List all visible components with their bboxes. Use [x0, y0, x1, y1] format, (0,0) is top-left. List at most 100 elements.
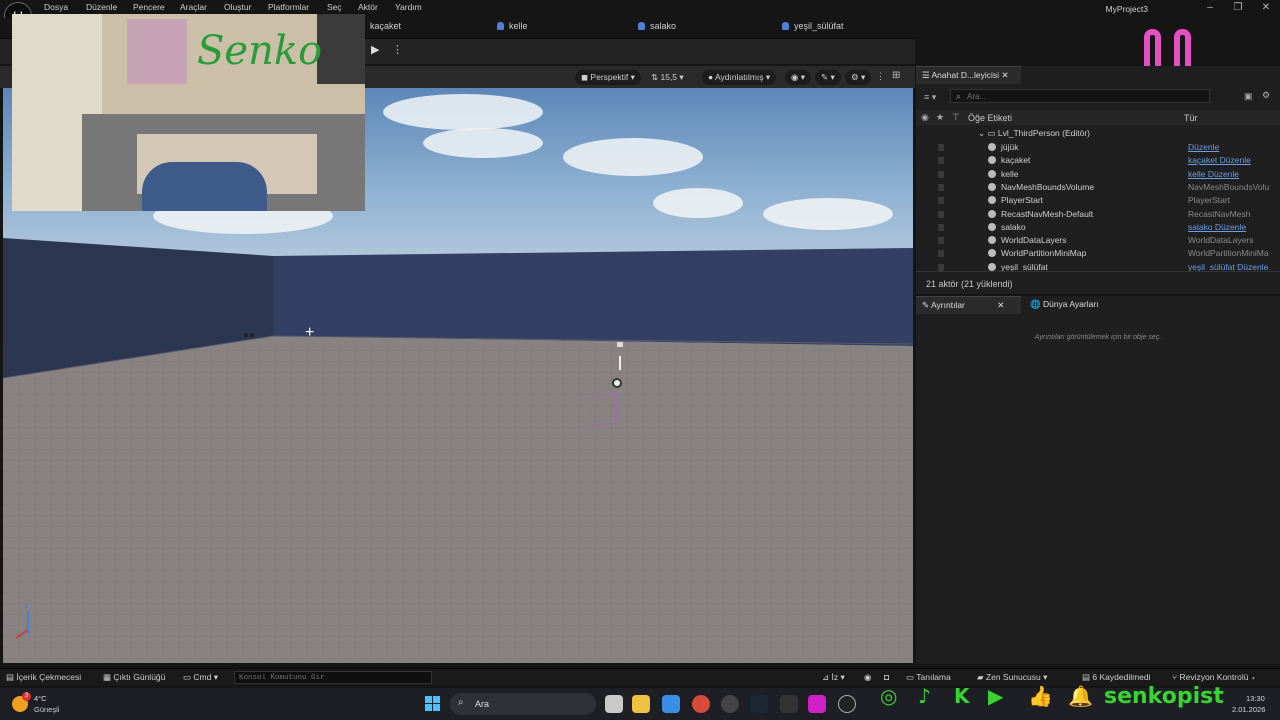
favorite-icon[interactable]: ★ [936, 112, 944, 123]
play-icon[interactable]: ▶ [371, 43, 379, 56]
outliner-row[interactable]: jüjük Düzenle [916, 141, 1280, 154]
bounds-volume-box[interactable] [591, 393, 617, 427]
windows-start-icon[interactable] [425, 696, 441, 712]
outliner-search-input[interactable] [950, 89, 1210, 103]
visibility-toggle-icon[interactable] [938, 183, 944, 191]
visibility-toggle-icon[interactable] [938, 157, 944, 165]
visibility-toggle-icon[interactable] [938, 250, 944, 258]
level-label: Lvl_ThirdPerson (Editör) [997, 128, 1091, 138]
menu-help[interactable]: Yardım [395, 2, 422, 12]
axis-gizmo-icon: z [13, 603, 43, 643]
visibility-toggle-icon[interactable] [938, 223, 944, 231]
level-row[interactable]: ⌄ ▭ Lvl_ThirdPerson (Editör) [916, 127, 1280, 140]
layout-grid-icon[interactable]: ⊞ [892, 70, 900, 81]
visibility-toggle-icon[interactable] [938, 197, 944, 205]
outliner-row[interactable]: WorldPartitionMiniMap WorldPartitionMiniM… [916, 247, 1280, 260]
world-settings-tab[interactable]: 🌐 Dünya Ayarları [1024, 296, 1114, 314]
console-input[interactable] [234, 671, 432, 684]
output-log-button[interactable]: ▦ Çıktı Günlüğü [103, 672, 165, 683]
chrome-icon[interactable] [692, 695, 710, 713]
visibility-toggle-icon[interactable] [938, 237, 944, 245]
visibility-icon[interactable]: ◉ [921, 112, 929, 123]
col-label[interactable]: Öğe Etiketi [968, 113, 1012, 123]
actor-type[interactable]: kelle Düzenle [1188, 169, 1239, 179]
pawn-icon [638, 22, 645, 30]
unreal-taskbar-icon[interactable] [838, 695, 856, 713]
actor-type[interactable]: kaçaket Düzenle [1188, 155, 1251, 165]
lighting-button[interactable]: ● Aydınlatılmış ▾ [702, 70, 777, 85]
menu-select[interactable]: Seç [327, 2, 342, 12]
revision-control-button[interactable]: ⑂ Revizyon Kontrolü ▾ [1172, 672, 1256, 682]
menu-build[interactable]: Oluştur [224, 2, 251, 12]
temperature[interactable]: 4°C [34, 694, 47, 703]
menu-actor[interactable]: Aktör [358, 2, 378, 12]
player-tab-yesil-sulufat[interactable]: yeşil_sülüfat [782, 21, 844, 31]
outliner-row[interactable]: WorldDataLayers WorldDataLayers [916, 234, 1280, 247]
content-drawer-button[interactable]: ▤ İçerik Çekmecesi [6, 672, 81, 683]
outliner-tab[interactable]: ☰ Anahat D...leyicisi ✕ [916, 66, 1021, 84]
cmd-dropdown[interactable]: ▭ Cmd ▾ [183, 672, 218, 683]
weather-label[interactable]: Güneşli [34, 705, 59, 714]
details-panel: ✎ Ayrıntılar ✕ 🌐 Dünya Ayarları Ayrıntıl… [916, 296, 1280, 664]
steam-icon[interactable] [750, 695, 768, 713]
filter-icon[interactable]: ≡ ▾ [924, 92, 936, 103]
clock-date[interactable]: 2.01.2026 [1232, 705, 1265, 714]
add-folder-icon[interactable]: ▣ [1244, 91, 1253, 102]
menu-edit[interactable]: Düzenle [86, 2, 117, 12]
close-tab-icon[interactable]: ✕ [997, 300, 1004, 310]
dog-actor-icon[interactable]: ●● [243, 330, 255, 341]
outliner-row[interactable]: kelle kelle Düzenle [916, 168, 1280, 181]
zen-server-button[interactable]: ▰ Zen Sunucusu ▾ [977, 672, 1047, 683]
store-icon[interactable] [662, 695, 680, 713]
close-tab-icon[interactable]: ✕ [1001, 70, 1008, 80]
visibility-toggle-icon[interactable] [938, 210, 944, 218]
outliner-row[interactable]: NavMeshBoundsVolume NavMeshBoundsVolu [916, 181, 1280, 194]
outliner-row[interactable]: RecastNavMesh-Default RecastNavMesh [916, 208, 1280, 221]
outliner-row[interactable]: PlayerStart PlayerStart [916, 194, 1280, 207]
viewport-menu-icon[interactable]: ⋮ [876, 71, 885, 82]
unsaved-button[interactable]: ▤ 6 Kaydedilmedi [1082, 672, 1151, 683]
app-icon[interactable] [721, 695, 739, 713]
player-tab-kelle[interactable]: kelle [497, 21, 528, 31]
epic-games-icon[interactable] [780, 695, 798, 713]
clock-time[interactable]: 13:30 [1246, 694, 1265, 703]
transform-tools-icon[interactable]: ✎ ▾ [815, 70, 841, 85]
pin-icon[interactable]: ⊤ [952, 112, 960, 123]
visibility-toggle-icon[interactable] [938, 144, 944, 151]
perspective-button[interactable]: ◼ Perspektif ▾ [575, 70, 641, 85]
show-icon[interactable]: ◉ ▾ [785, 70, 812, 85]
actor-type[interactable]: Düzenle [1188, 142, 1219, 152]
maximize-icon[interactable]: ❐ [1228, 2, 1248, 13]
task-view-icon[interactable] [605, 695, 623, 713]
menu-platforms[interactable]: Platformlar [268, 2, 309, 12]
player-tab-kacaket[interactable]: kaçaket [370, 21, 401, 31]
record-icon[interactable]: ◉ [864, 672, 871, 683]
menu-file[interactable]: Dosya [44, 2, 68, 12]
actor-type: WorldDataLayers [1188, 235, 1254, 246]
actor-type[interactable]: salako Düzenle [1188, 222, 1246, 232]
outliner-row[interactable]: kaçaket kaçaket Düzenle [916, 154, 1280, 167]
minimize-icon[interactable]: – [1200, 2, 1220, 13]
fov-button[interactable]: ⇅ 15,5 ▾ [645, 70, 690, 85]
diagnostics-button[interactable]: ▭ Tanılama [906, 672, 951, 683]
outliner-settings-icon[interactable]: ⚙ [1262, 90, 1270, 101]
visibility-toggle-icon[interactable] [938, 263, 944, 271]
file-explorer-icon[interactable] [632, 695, 650, 713]
menu-window[interactable]: Pencere [133, 2, 165, 12]
trace-button[interactable]: ⊿ İz ▾ [822, 672, 845, 683]
visibility-toggle-icon[interactable] [938, 170, 944, 178]
camera-icon[interactable]: ◘ [884, 672, 889, 682]
details-tab[interactable]: ✎ Ayrıntılar ✕ [916, 296, 1021, 314]
col-type[interactable]: Tür [1184, 113, 1198, 123]
close-icon[interactable]: ✕ [1256, 2, 1276, 13]
navmesh-actor-icon[interactable] [612, 378, 622, 388]
menu-tools[interactable]: Araçlar [180, 2, 207, 12]
taskbar-search-box[interactable]: ⌕ Ara [450, 693, 596, 715]
app-pink-icon[interactable] [808, 695, 826, 713]
outliner-row[interactable]: salako salako Düzenle [916, 221, 1280, 234]
settings-icon[interactable]: ⚙ ▾ [845, 70, 872, 85]
more-options-icon[interactable]: ⋮ [392, 43, 403, 56]
player-start-icon[interactable] [617, 342, 623, 347]
actor-type: WorldPartitionMiniMa [1188, 248, 1269, 259]
player-tab-salako[interactable]: salako [638, 21, 676, 31]
